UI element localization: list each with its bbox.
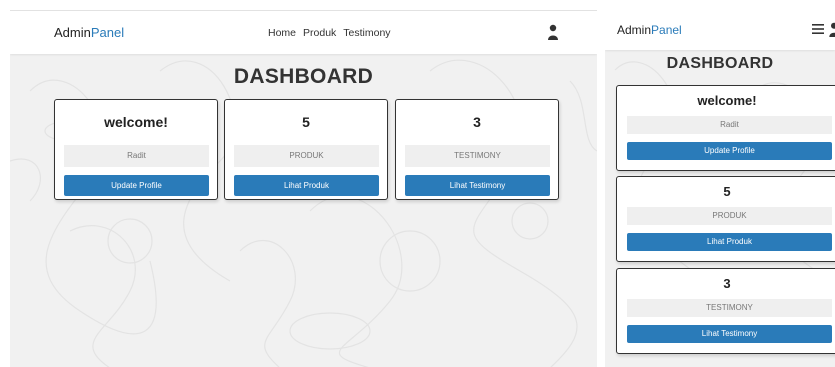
desktop-view: AdminPanel Home Produk Testimony DASHBOA… bbox=[10, 10, 597, 367]
top-navbar-mobile: AdminPanel bbox=[605, 10, 835, 50]
testimony-label: TESTIMONY bbox=[405, 145, 550, 167]
brand-text-admin: Admin bbox=[617, 23, 652, 37]
welcome-card: welcome! Radit Update Profile bbox=[54, 99, 218, 200]
lihat-testimony-button[interactable]: Lihat Testimony bbox=[627, 325, 832, 343]
username-label: Radit bbox=[627, 116, 832, 134]
brand-text-admin: Admin bbox=[54, 25, 91, 40]
testimony-card-mobile: 3 TESTIMONY Lihat Testimony bbox=[616, 268, 835, 354]
screenshot-stage: AdminPanel Home Produk Testimony DASHBOA… bbox=[0, 0, 835, 367]
brand-logo-mobile[interactable]: AdminPanel bbox=[617, 23, 682, 37]
testimony-label: TESTIMONY bbox=[627, 299, 832, 317]
lihat-produk-button[interactable]: Lihat Produk bbox=[234, 175, 379, 196]
testimony-count: 3 bbox=[473, 114, 481, 130]
produk-label: PRODUK bbox=[627, 207, 832, 225]
user-icon[interactable] bbox=[829, 22, 835, 37]
produk-label: PRODUK bbox=[234, 145, 379, 167]
brand-text-panel: Panel bbox=[90, 25, 125, 40]
produk-count: 5 bbox=[723, 184, 731, 199]
lihat-produk-button[interactable]: Lihat Produk bbox=[627, 233, 832, 251]
update-profile-button[interactable]: Update Profile bbox=[64, 175, 209, 196]
nav-link-home[interactable]: Home bbox=[268, 27, 296, 39]
lihat-testimony-button[interactable]: Lihat Testimony bbox=[405, 175, 550, 196]
hamburger-menu-icon[interactable] bbox=[812, 24, 824, 34]
page-title-mobile: DASHBOARD bbox=[666, 55, 774, 72]
testimony-card: 3 TESTIMONY Lihat Testimony bbox=[395, 99, 559, 200]
nav-link-testimony[interactable]: Testimony bbox=[343, 27, 390, 39]
top-navbar: AdminPanel Home Produk Testimony bbox=[10, 11, 597, 54]
update-profile-button[interactable]: Update Profile bbox=[627, 142, 832, 160]
welcome-heading: welcome! bbox=[104, 114, 168, 130]
nav-link-produk[interactable]: Produk bbox=[303, 27, 336, 39]
page-title: DASHBOARD bbox=[233, 65, 374, 88]
produk-card: 5 PRODUK Lihat Produk bbox=[224, 99, 388, 200]
welcome-card-mobile: welcome! Radit Update Profile bbox=[616, 85, 835, 171]
nav-links: Home Produk Testimony bbox=[268, 27, 391, 39]
user-icon[interactable] bbox=[548, 24, 558, 40]
welcome-heading: welcome! bbox=[697, 93, 757, 108]
mobile-view: AdminPanel DASHBOARD welcome! Radit Upda… bbox=[605, 10, 835, 367]
produk-count: 5 bbox=[302, 114, 310, 130]
brand-logo[interactable]: AdminPanel bbox=[54, 25, 124, 40]
testimony-count: 3 bbox=[723, 276, 731, 291]
brand-text-panel: Panel bbox=[651, 23, 682, 37]
produk-card-mobile: 5 PRODUK Lihat Produk bbox=[616, 176, 835, 262]
username-label: Radit bbox=[64, 145, 209, 167]
